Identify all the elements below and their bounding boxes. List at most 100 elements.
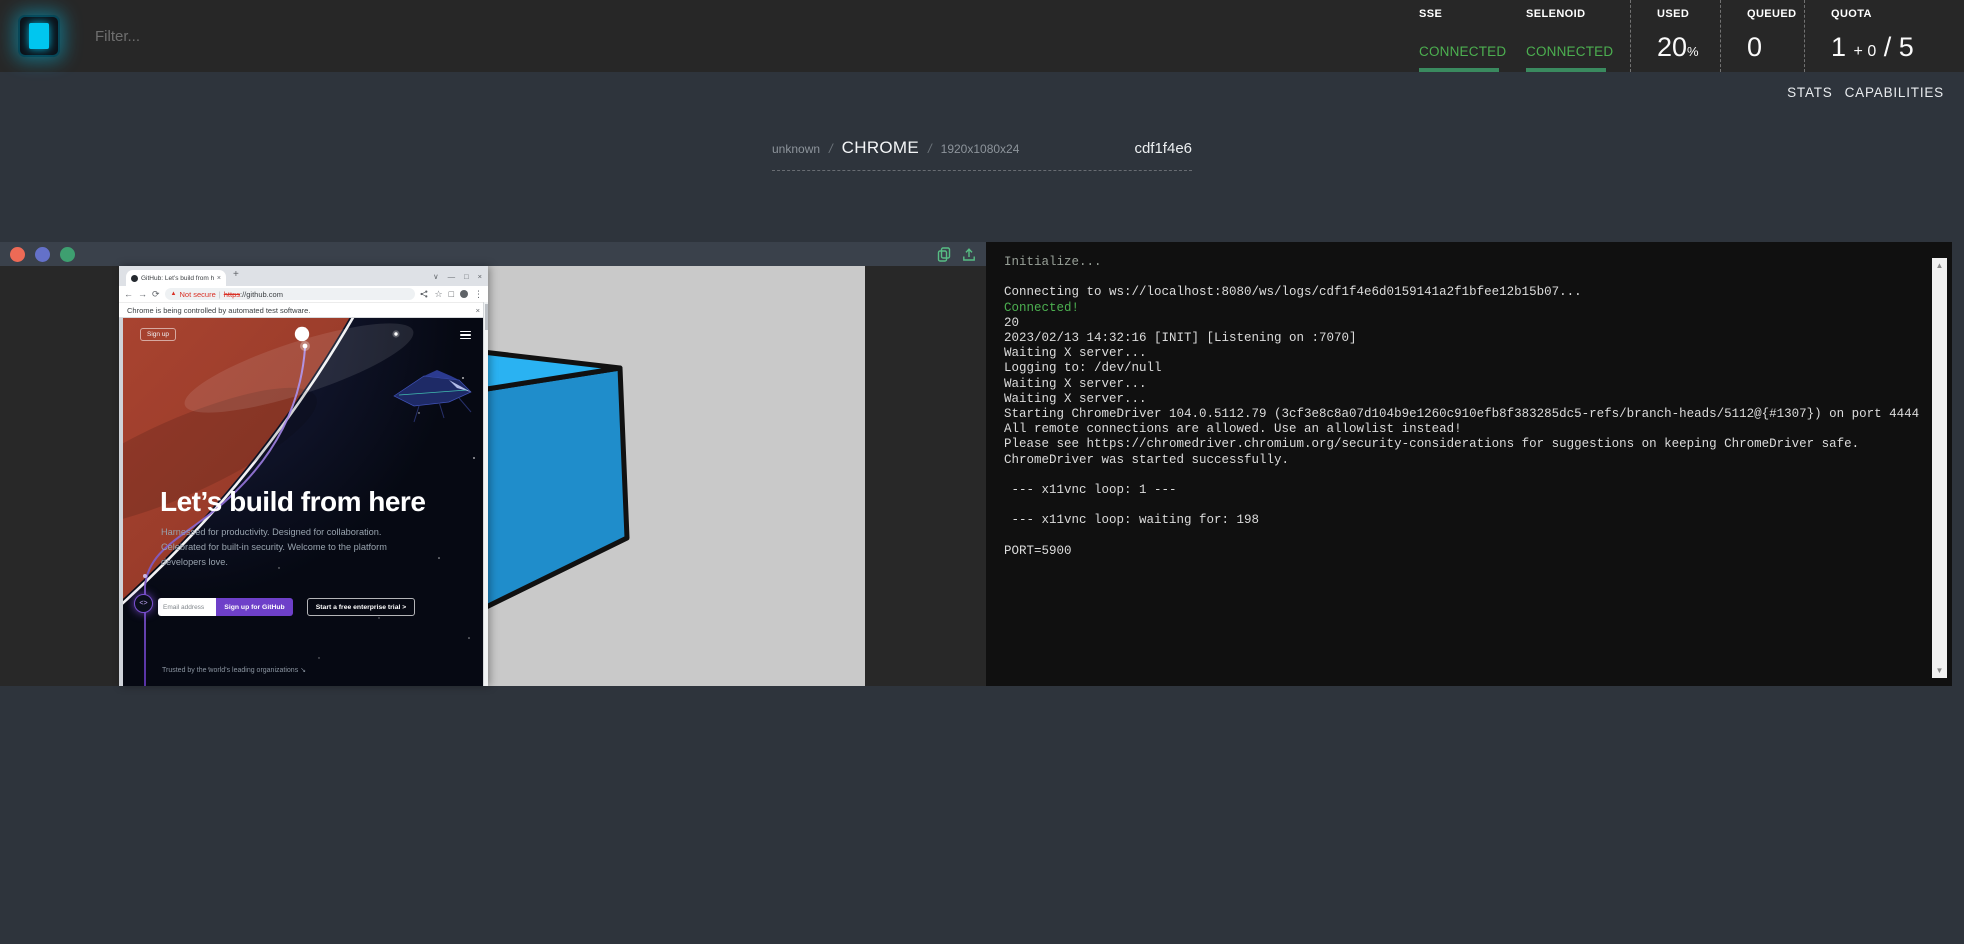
view-tabs: STATS CAPABILITIES (1787, 85, 1944, 100)
quota-value: 1 + 0 / 5 (1831, 32, 1914, 63)
log-line: Connected! (1004, 301, 1912, 316)
separator: / (928, 141, 932, 156)
session-detail-panels: GitHub: Let’s build from he... × + ∨ — □… (0, 242, 1952, 686)
maximize-icon[interactable]: □ (464, 272, 469, 281)
used-unit: % (1687, 44, 1699, 59)
topbar: SSE CONNECTED SELENOID CONNECTED USED 20… (0, 0, 1964, 72)
close-icon[interactable]: × (478, 272, 482, 281)
queued-label: QUEUED (1747, 8, 1804, 20)
upload-icon[interactable] (962, 247, 976, 262)
hero-headline: Let’s build from here (160, 486, 425, 518)
log-line (1004, 498, 1912, 513)
quota-label: QUOTA (1831, 8, 1964, 20)
status-quota: QUOTA 1 + 0 / 5 (1804, 0, 1964, 72)
log-line: --- x11vnc loop: waiting for: 198 (1004, 513, 1912, 528)
log-line: Waiting X server... (1004, 346, 1912, 361)
tab-close-icon[interactable]: × (217, 275, 221, 282)
log-line: All remote connections are allowed. Use … (1004, 422, 1912, 437)
back-icon[interactable]: ← (124, 289, 133, 299)
github-octocat-logo-icon[interactable] (294, 325, 310, 342)
new-tab-icon[interactable]: + (233, 269, 239, 280)
tab-title: GitHub: Let’s build from he... (141, 275, 214, 282)
tab-search-icon[interactable]: ∨ (433, 272, 439, 281)
scroll-down-icon[interactable]: ▼ (1932, 666, 1947, 675)
profile-avatar[interactable] (460, 290, 468, 298)
selenoid-ui-page: { "colors": { "accent_green": "#4caf50",… (0, 0, 1964, 944)
filter-input[interactable] (95, 28, 515, 45)
page-scrollbar[interactable] (483, 302, 488, 686)
trusted-line: Trusted by the world’s leading organizat… (162, 666, 306, 674)
bookmark-star-icon[interactable]: ☆ (434, 289, 442, 300)
selenoid-value: CONNECTED (1526, 44, 1613, 59)
vnc-panel: GitHub: Let’s build from he... × + ∨ — □… (0, 242, 986, 686)
session-info: unknown / CHROME / 1920x1080x24 (772, 138, 1019, 158)
forward-icon[interactable]: → (138, 289, 147, 299)
session-browser: CHROME (842, 138, 919, 158)
selenoid-ui-logo[interactable] (18, 15, 60, 57)
github-signup-nav-button[interactable]: Sign up (140, 328, 176, 341)
log-line: Please see https://chromedriver.chromium… (1004, 437, 1912, 452)
log-line: --- x11vnc loop: 1 --- (1004, 483, 1912, 498)
minimize-icon[interactable]: — (448, 272, 456, 281)
chrome-tabstrip: GitHub: Let’s build from he... × + ∨ — □… (119, 266, 488, 286)
enterprise-trial-button[interactable]: Start a free enterprise trial > (307, 598, 415, 616)
sse-indicator-bar (1419, 68, 1499, 72)
url-text: https://github.com (224, 290, 283, 299)
log-line: Logging to: /dev/null (1004, 361, 1912, 376)
status-sse: SSE CONNECTED (1419, 0, 1526, 72)
reload-icon[interactable]: ⟳ (152, 289, 160, 300)
infobar-close-icon[interactable]: × (476, 306, 480, 315)
log-line: Connecting to ws://localhost:8080/ws/log… (1004, 285, 1912, 300)
window-controls: ∨ — □ × (433, 266, 482, 286)
extension-icon[interactable]: □ (449, 289, 454, 299)
address-bar[interactable]: ▲ Not secure | https://github.com (165, 288, 416, 300)
session-row[interactable]: unknown / CHROME / 1920x1080x24 cdf1f4e6 (772, 138, 1192, 171)
hamburger-menu-icon[interactable] (460, 331, 471, 341)
sse-value: CONNECTED (1419, 44, 1506, 59)
scrollbar-thumb[interactable] (485, 304, 488, 330)
hero-subtext: Harnessed for productivity. Designed for… (161, 525, 419, 570)
automation-infobar: Chrome is being controlled by automated … (119, 302, 488, 318)
session-log-panel: Initialize... Connecting to ws://localho… (986, 242, 1952, 686)
vnc-window-header (0, 242, 986, 266)
github-hero-page: Sign up Let’s build from here Harnessed … (119, 318, 488, 686)
tab-capabilities[interactable]: CAPABILITIES (1845, 85, 1944, 100)
code-brackets-badge-icon: <> (134, 594, 153, 613)
log-scrollbar[interactable]: ▲ ▼ (1932, 258, 1947, 678)
signup-for-github-button[interactable]: Sign up for GitHub (216, 598, 293, 616)
clipboard-icon[interactable] (937, 247, 951, 262)
menu-dots-icon[interactable]: ⋮ (474, 289, 483, 300)
url-divider: | (219, 290, 221, 299)
log-line: Starting ChromeDriver 104.0.5112.79 (3cf… (1004, 407, 1912, 422)
session-id[interactable]: cdf1f4e6 (1134, 140, 1192, 157)
log-line: Initialize... (1004, 255, 1912, 270)
not-secure-label: Not secure (180, 290, 216, 299)
infobar-text: Chrome is being controlled by automated … (127, 306, 310, 315)
used-label: USED (1657, 8, 1720, 20)
used-value: 20% (1657, 32, 1699, 63)
queued-value: 0 (1747, 32, 1762, 63)
status-selenoid: SELENOID CONNECTED (1526, 0, 1630, 72)
log-line: 2023/02/13 14:32:16 [INIT] [Listening on… (1004, 331, 1912, 346)
share-icon[interactable] (420, 290, 428, 298)
warning-icon: ▲ (171, 291, 177, 297)
scroll-up-icon[interactable]: ▲ (1932, 261, 1947, 270)
status-used: USED 20% (1630, 0, 1720, 72)
log-line (1004, 468, 1912, 483)
toolbar-right-icons: ☆ □ ⋮ (420, 289, 483, 300)
email-field[interactable] (158, 598, 216, 616)
session-os: unknown (772, 142, 820, 156)
selenoid-indicator-bar (1526, 68, 1606, 72)
log-lines: Initialize... Connecting to ws://localho… (1004, 255, 1912, 559)
log-line: ChromeDriver was started successfully. (1004, 453, 1912, 468)
chrome-toolbar: ← → ⟳ ▲ Not secure | https://github.com (119, 286, 488, 302)
logo-cyan-square-icon (29, 23, 49, 49)
chrome-tab[interactable]: GitHub: Let’s build from he... × (126, 270, 226, 286)
hero-signup-form: Sign up for GitHub Start a free enterpri… (158, 598, 415, 616)
log-line (1004, 270, 1912, 285)
log-line: 20 (1004, 316, 1912, 331)
vnc-remote-screen[interactable]: GitHub: Let’s build from he... × + ∨ — □… (119, 266, 865, 686)
separator: / (829, 141, 833, 156)
tab-stats[interactable]: STATS (1787, 85, 1833, 100)
remote-chrome-window[interactable]: GitHub: Let’s build from he... × + ∨ — □… (119, 266, 488, 686)
